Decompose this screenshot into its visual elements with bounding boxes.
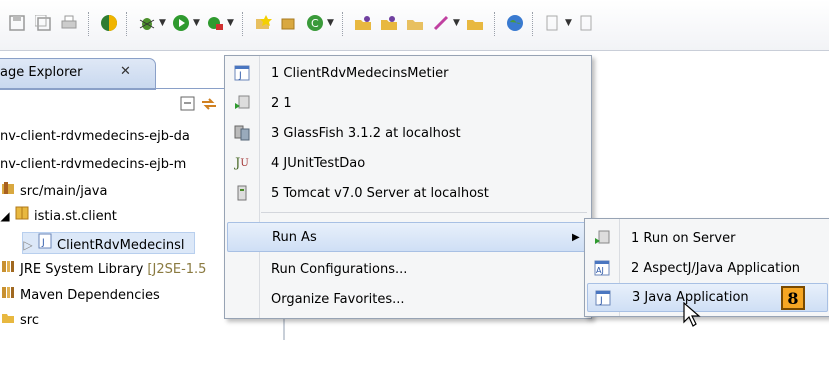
menu-item-label: 4 JUnitTestDao	[271, 155, 366, 171]
new-java-project-icon[interactable]	[254, 14, 272, 32]
external-tools-icon[interactable]	[206, 14, 224, 32]
new-package-icon[interactable]	[280, 14, 298, 32]
tree-item-package[interactable]: ◢ istia.st.client	[0, 206, 117, 226]
menu-item-organize-favorites[interactable]: Organize Favorites...	[225, 284, 591, 314]
menu-item-history-4[interactable]: JU 4 JUnitTestDao	[225, 148, 591, 178]
menu-item-label: Organize Favorites...	[271, 291, 405, 307]
submenu-item-run-on-server[interactable]: 1 Run on Server	[585, 223, 829, 253]
tree-item-src[interactable]: src	[0, 310, 39, 330]
navigate-icon[interactable]	[544, 14, 562, 32]
tomcat-icon	[233, 184, 251, 202]
tree-item-label: Maven Dependencies	[20, 288, 160, 303]
svg-text:J: J	[238, 71, 242, 81]
java-perspective-icon[interactable]	[100, 14, 118, 32]
main-toolbar: ▼ ▼ ▼ C ▼ ▼ ▼	[0, 0, 829, 51]
java-file-icon: J	[37, 233, 53, 255]
menu-item-history-3[interactable]: 3 GlassFish 3.1.2 at localhost	[225, 118, 591, 148]
tree-item-label: ClientRdvMedecinsl	[57, 238, 185, 253]
java-app-icon: J	[233, 64, 251, 82]
server-run-icon	[233, 94, 251, 112]
menu-item-label: 1 ClientRdvMedecinsMetier	[271, 65, 449, 81]
svg-text:J: J	[41, 238, 45, 248]
library-icon	[0, 285, 16, 305]
menu-item-run-as[interactable]: Run As ▶	[227, 222, 589, 252]
new-class-icon[interactable]: C	[306, 14, 324, 32]
aspectj-icon: AJ	[593, 259, 611, 277]
tree-item-label: nv-client-rdvmedecins-ejb-da	[0, 129, 190, 144]
step-badge: 8	[781, 286, 805, 310]
open-type-icon[interactable]	[354, 14, 372, 32]
package-explorer-title: age Explorer	[0, 65, 83, 80]
globe-icon[interactable]	[506, 14, 524, 32]
mouse-cursor-icon	[683, 302, 701, 327]
menu-item-history-5[interactable]: 5 Tomcat v7.0 Server at localhost	[225, 178, 591, 208]
library-icon	[0, 259, 16, 279]
submenu-arrow-icon: ▶	[572, 231, 580, 243]
view-toolbar	[180, 96, 218, 116]
tree-item-maven-deps[interactable]: Maven Dependencies	[0, 285, 160, 305]
tree-item-jre-library[interactable]: JRE System Library [J2SE-1.5	[0, 259, 206, 279]
package-explorer-tab[interactable]: age Explorer ✕	[0, 58, 156, 90]
menu-item-label: 5 Tomcat v7.0 Server at localhost	[271, 185, 489, 201]
junit-icon: JU	[235, 155, 249, 171]
java-app-icon: J	[594, 289, 612, 307]
menu-item-label: Run As	[272, 229, 317, 245]
close-icon[interactable]: ✕	[120, 64, 131, 79]
tree-item-project-da[interactable]: nv-client-rdvmedecins-ejb-da	[0, 127, 190, 147]
menu-item-history-2[interactable]: 2 1	[225, 88, 591, 118]
menu-item-run-configurations[interactable]: Run Configurations...	[225, 254, 591, 284]
menu-item-label: Run Configurations...	[271, 261, 408, 277]
tree-item-project-m[interactable]: nv-client-rdvmedecins-ejb-m	[0, 155, 186, 175]
print-icon[interactable]	[60, 14, 78, 32]
menu-item-label: 2 1	[271, 95, 292, 111]
svg-text:AJ: AJ	[596, 266, 604, 275]
package-icon	[14, 206, 30, 226]
tree-item-label: src	[20, 313, 39, 328]
pin-icon[interactable]	[578, 14, 596, 32]
svg-text:C: C	[311, 17, 319, 30]
run-icon[interactable]	[172, 14, 190, 32]
expanded-arrow-icon[interactable]: ◢	[0, 206, 10, 226]
glassfish-icon	[233, 124, 251, 142]
server-run-icon	[593, 229, 611, 247]
submenu-item-aspectj[interactable]: AJ 2 AspectJ/Java Application	[585, 253, 829, 283]
tree-item-src-main-java[interactable]: src/main/java	[0, 181, 107, 201]
collapsed-arrow-icon[interactable]: ▷	[23, 235, 33, 255]
menu-item-label: 2 AspectJ/Java Application	[631, 260, 801, 276]
save-all-icon[interactable]	[34, 14, 52, 32]
tree-item-suffix: [J2SE-1.5	[147, 262, 207, 277]
run-dropdown-menu: J 1 ClientRdvMedecinsMetier 2 1 3 GlassF…	[224, 55, 592, 319]
menu-item-label: 1 Run on Server	[631, 230, 736, 246]
tree-item-label: src/main/java	[20, 184, 108, 199]
open-task-icon[interactable]	[380, 14, 398, 32]
open-folder-icon[interactable]	[466, 14, 484, 32]
debug-icon[interactable]	[138, 14, 156, 32]
search-icon[interactable]	[406, 14, 424, 32]
pencil-icon[interactable]	[432, 14, 450, 32]
link-editor-icon[interactable]	[200, 98, 218, 116]
svg-text:J: J	[599, 296, 603, 306]
folder-icon	[0, 310, 16, 330]
source-folder-icon	[0, 181, 16, 201]
tree-item-java-file-selected[interactable]: ▷ J ClientRdvMedecinsl	[22, 232, 196, 255]
tree-item-label: nv-client-rdvmedecins-ejb-m	[0, 157, 187, 172]
menu-item-history-1[interactable]: J 1 ClientRdvMedecinsMetier	[225, 58, 591, 88]
save-icon[interactable]	[8, 14, 26, 32]
tree-item-label: JRE System Library	[20, 262, 144, 277]
tree-item-label: istia.st.client	[34, 209, 117, 224]
collapse-all-icon[interactable]	[180, 96, 196, 116]
menu-item-label: 3 GlassFish 3.1.2 at localhost	[271, 125, 461, 141]
